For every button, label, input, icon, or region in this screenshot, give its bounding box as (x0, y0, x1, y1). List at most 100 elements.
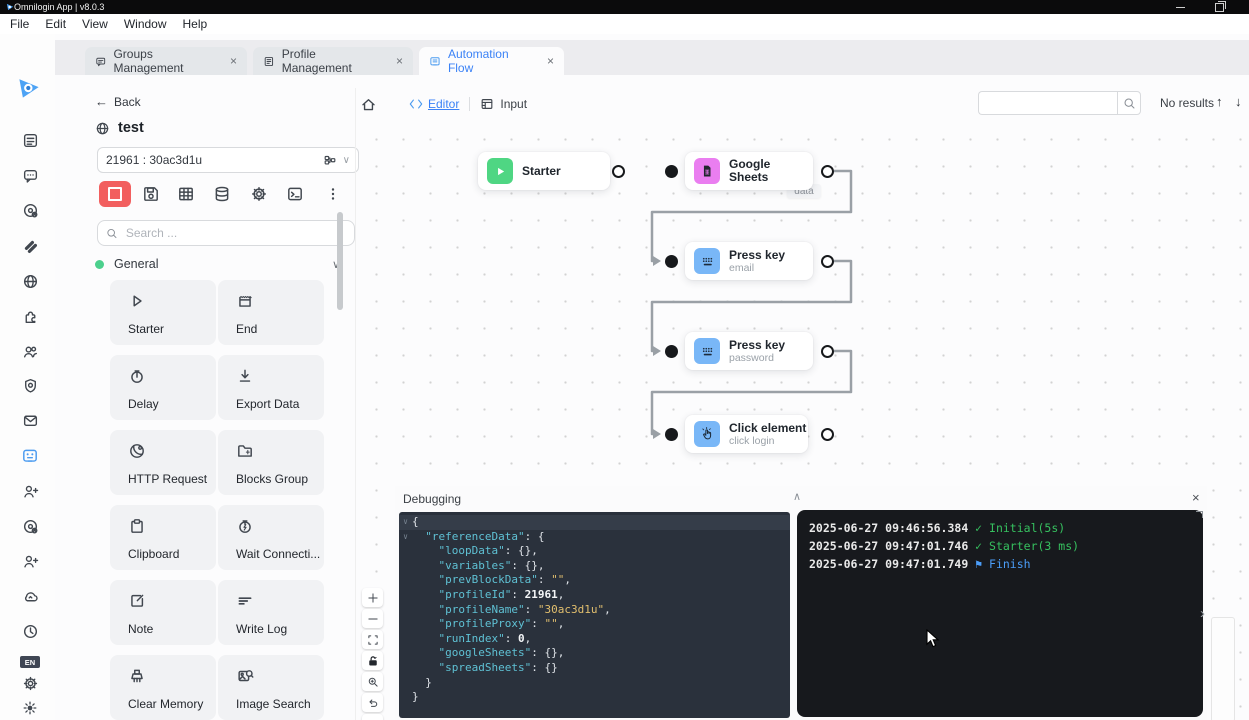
node-press-key-email[interactable]: Press key email (685, 242, 813, 280)
tags-icon[interactable] (21, 237, 39, 255)
input-port[interactable] (665, 255, 678, 268)
menu-view[interactable]: View (82, 17, 108, 31)
terminal-button[interactable] (285, 184, 305, 204)
block-image-search[interactable]: Image Search (218, 655, 324, 720)
zoom-select-button[interactable] (362, 672, 383, 691)
close-debug-icon[interactable]: × (1192, 490, 1200, 505)
tab-profile-management[interactable]: Profile Management × (253, 47, 413, 75)
block-search-input[interactable] (124, 225, 346, 241)
settings-gear-icon[interactable] (21, 674, 39, 692)
blocks-scrollbar[interactable] (337, 212, 343, 310)
disc-user-icon[interactable] (21, 201, 39, 219)
block-label: Clipboard (128, 547, 216, 561)
clock-icon[interactable] (21, 622, 39, 640)
node-title: Press key (729, 249, 785, 262)
input-port[interactable] (665, 428, 678, 441)
more-vertical-icon[interactable] (323, 184, 343, 204)
user-search-icon[interactable] (21, 552, 39, 570)
groups-chat-icon[interactable] (21, 166, 39, 184)
fold-icon (399, 559, 412, 574)
settings-button[interactable] (249, 184, 269, 204)
category-color-dot (95, 260, 104, 269)
block-export-data[interactable]: Export Data (218, 355, 324, 420)
node-click-element[interactable]: Click element click login (685, 415, 808, 453)
node-google-sheets[interactable]: Google Sheets (685, 152, 813, 190)
theme-sun-icon[interactable] (21, 699, 39, 717)
disc-user2-icon[interactable] (21, 517, 39, 535)
output-port[interactable] (612, 165, 625, 178)
menu-edit[interactable]: Edit (45, 17, 66, 31)
stop-button[interactable] (99, 181, 131, 207)
user-plus-icon[interactable] (21, 482, 39, 500)
category-general[interactable]: General ∨ (95, 255, 340, 273)
fold-icon (399, 588, 412, 603)
lock-button[interactable] (362, 651, 383, 670)
minimize-icon[interactable] (1176, 7, 1185, 8)
proxy-globe-icon[interactable] (21, 272, 39, 290)
database-button[interactable] (212, 184, 232, 204)
block-write-log[interactable]: Write Log (218, 580, 324, 645)
fold-icon (399, 690, 412, 705)
team-icon[interactable] (21, 342, 39, 360)
image-search-icon (236, 667, 254, 685)
tab-close-icon[interactable]: × (396, 54, 403, 68)
mail-icon[interactable] (21, 411, 39, 429)
block-clipboard[interactable]: Clipboard (110, 505, 216, 570)
menu-file[interactable]: File (10, 17, 29, 31)
restore-icon[interactable] (1215, 3, 1224, 12)
news-icon[interactable] (21, 131, 39, 149)
zoom-out-button[interactable] (362, 609, 383, 628)
zoom-in-button[interactable] (362, 588, 383, 607)
language-badge[interactable]: EN (20, 656, 40, 668)
node-starter[interactable]: Starter (478, 152, 610, 190)
code-line: "prevBlockData": "", (399, 573, 790, 588)
log-label: Starter(3 ms) (989, 539, 1079, 553)
input-port[interactable] (665, 345, 678, 358)
block-http-request[interactable]: HTTP Request (110, 430, 216, 495)
menu-window[interactable]: Window (124, 17, 167, 31)
flow-name: test (118, 120, 144, 136)
automation-flow-icon-active[interactable] (21, 447, 39, 465)
canvas-right-scrollbar[interactable] (1211, 617, 1235, 720)
table-button[interactable] (176, 184, 196, 204)
output-port[interactable] (821, 255, 834, 268)
profile-select[interactable]: 21961 : 30ac3d1u ∨ (97, 147, 359, 173)
tab-automation-flow[interactable]: Automation Flow × (419, 47, 564, 75)
node-title: Click element (729, 422, 806, 435)
output-port[interactable] (821, 165, 834, 178)
block-note[interactable]: Note (110, 580, 216, 645)
cloud-sync-icon[interactable] (21, 587, 39, 605)
input-port[interactable] (665, 165, 678, 178)
block-delay[interactable]: Delay (110, 355, 216, 420)
extensions-puzzle-icon[interactable] (21, 307, 39, 325)
tab-close-icon[interactable]: × (547, 54, 554, 68)
fold-icon[interactable]: ∨ (399, 515, 412, 530)
block-blocks-group[interactable]: Blocks Group (218, 430, 324, 495)
debug-code-editor[interactable]: ∨{∨ "referenceData": { "loopData": {}, "… (399, 512, 790, 718)
chevron-right-icon[interactable]: › (1200, 605, 1205, 622)
output-port[interactable] (821, 428, 834, 441)
tab-groups-management[interactable]: Groups Management × (85, 47, 247, 75)
save-button[interactable] (141, 184, 161, 204)
output-port[interactable] (821, 345, 834, 358)
block-end[interactable]: End (218, 280, 324, 345)
fold-icon[interactable]: ∨ (399, 530, 412, 545)
fit-view-button[interactable] (362, 630, 383, 649)
node-press-key-password[interactable]: Press key password (685, 332, 813, 370)
block-label: Write Log (236, 622, 324, 636)
redo-button[interactable] (362, 714, 383, 720)
back-button[interactable]: ← Back (95, 94, 141, 109)
block-starter[interactable]: Starter (110, 280, 216, 345)
block-clear-memory[interactable]: Clear Memory (110, 655, 216, 720)
menu-help[interactable]: Help (183, 17, 208, 31)
debug-log[interactable]: 2025-06-27 09:46:56.384 ✓ Initial(5s)202… (797, 510, 1203, 717)
collapse-panel-icon[interactable]: ∧ (793, 490, 801, 503)
shield-search-icon[interactable] (21, 376, 39, 394)
undo-button[interactable] (362, 693, 383, 712)
menubar: File Edit View Window Help (0, 14, 1249, 34)
tab-close-icon[interactable]: × (230, 54, 237, 68)
block-wait-connection[interactable]: Wait Connecti... (218, 505, 324, 570)
debug-log-lines: 2025-06-27 09:46:56.384 ✓ Initial(5s)202… (809, 519, 1191, 573)
expand-log-icon[interactable] (1196, 511, 1203, 518)
node-title: Google Sheets (729, 158, 813, 184)
